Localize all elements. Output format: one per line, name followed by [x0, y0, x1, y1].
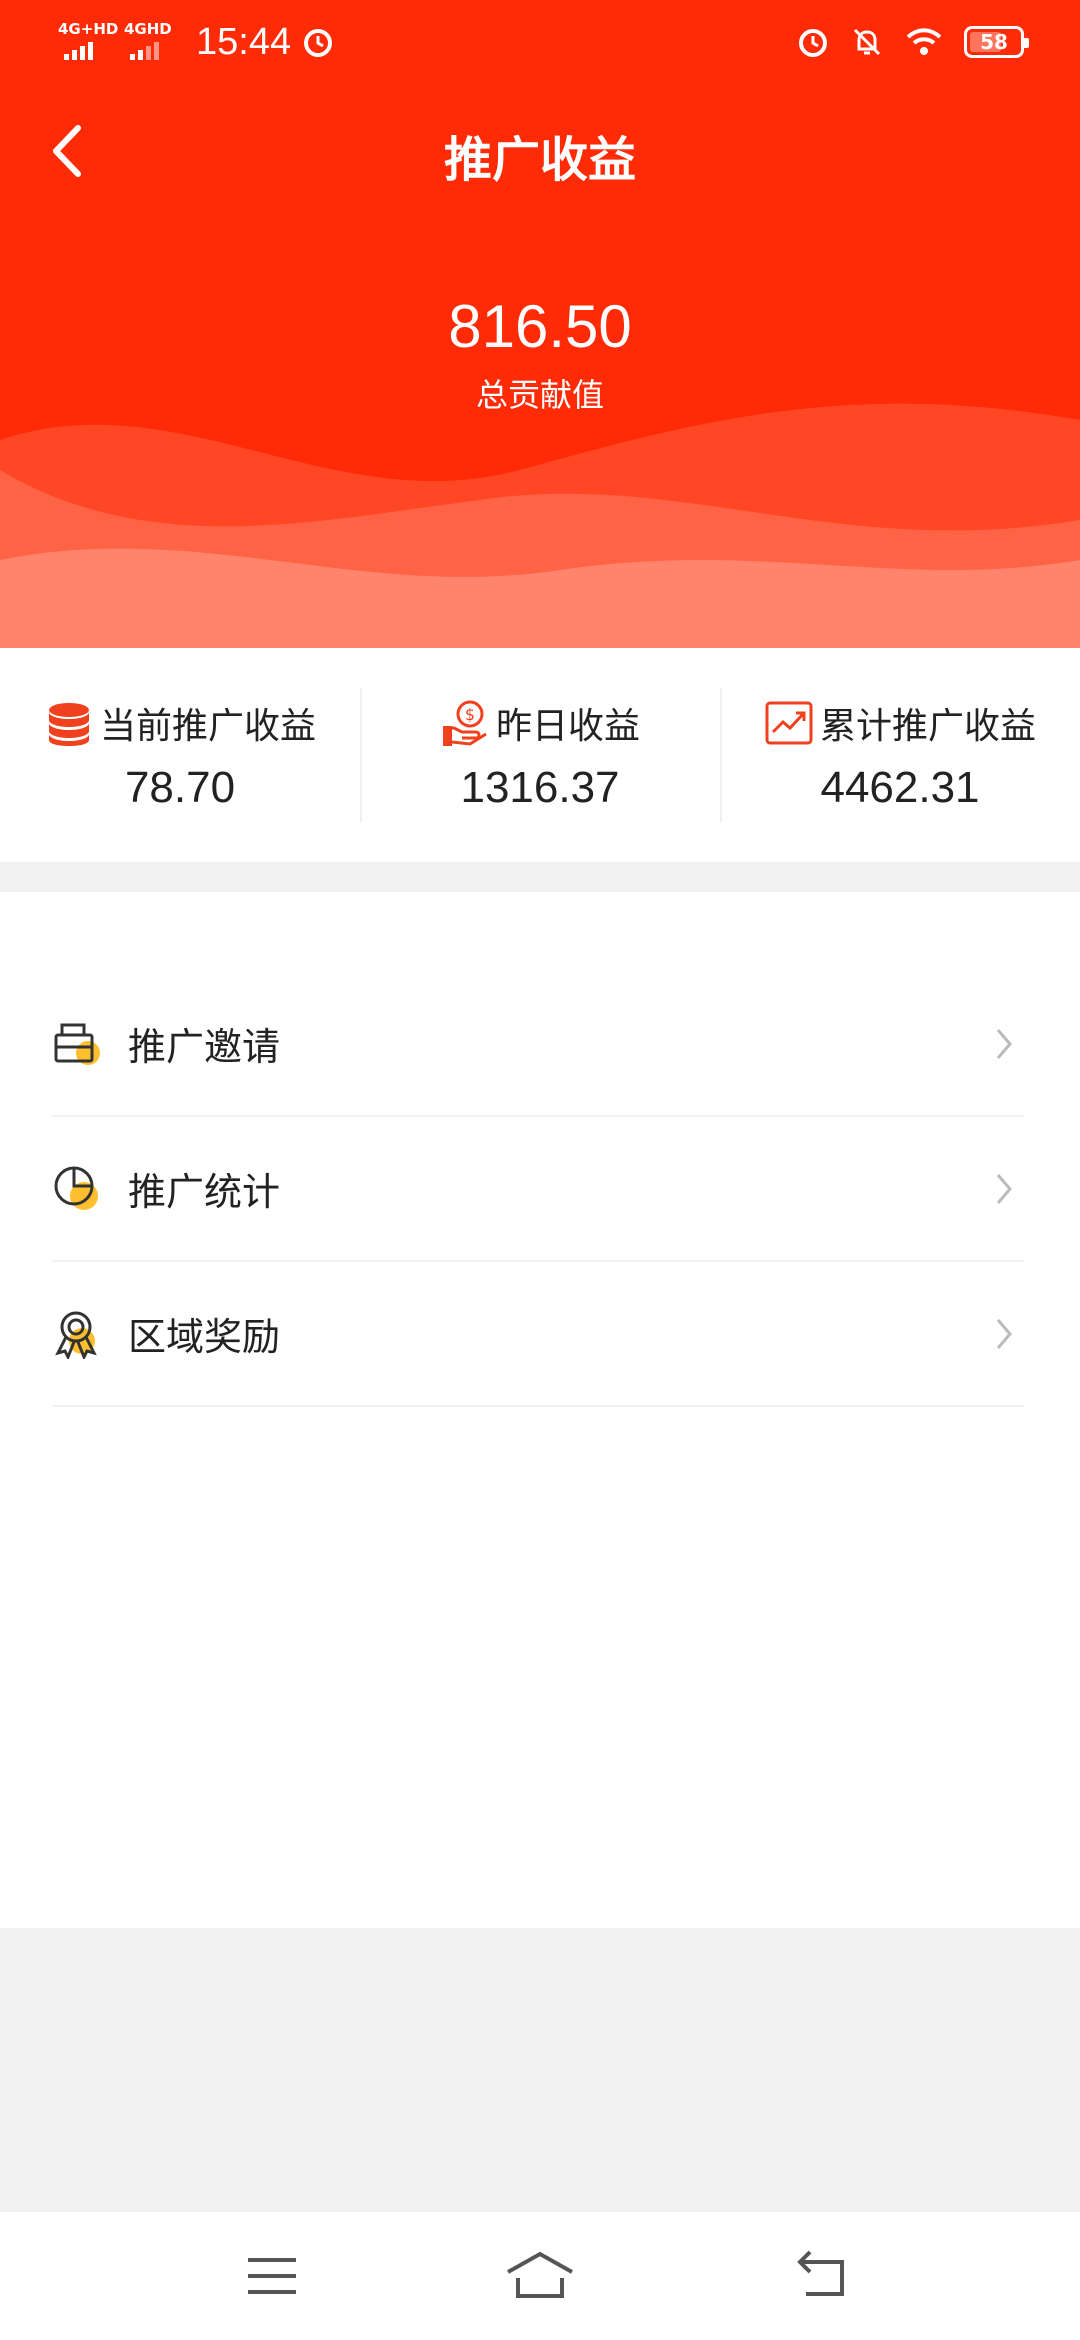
menu-lines-icon[interactable]: [240, 2244, 304, 2308]
chevron-right-icon: [996, 1318, 1012, 1349]
menu-item-statistics[interactable]: 推广统计: [52, 1117, 1024, 1262]
menu-list: 推广邀请 推广统计 区域奖励: [0, 892, 1080, 1928]
hand-coin-icon: $: [442, 700, 487, 746]
coins-stack-icon: [48, 703, 89, 746]
menu-item-regional-reward[interactable]: 区域奖励: [52, 1262, 1024, 1407]
stat-current-earnings[interactable]: 当前推广收益 78.70: [0, 648, 360, 862]
top-nav: 推广收益: [0, 100, 1080, 200]
earnings-summary: 当前推广收益 78.70 $ 昨日收益 1316.37 累计推广收益 4462.: [0, 648, 1080, 862]
status-bar: 4G+HD 4GHD 15:44 58: [0, 0, 1080, 84]
home-icon[interactable]: [500, 2244, 580, 2308]
trend-chart-icon: [765, 701, 813, 745]
wifi-icon: [906, 28, 942, 55]
battery-icon: 58: [964, 26, 1029, 58]
page-title: 推广收益: [443, 132, 636, 188]
menu-item-invite[interactable]: 推广邀请: [52, 972, 1024, 1117]
chevron-right-icon: [996, 1173, 1012, 1204]
pie-chart-icon: [54, 1166, 98, 1210]
bell-muted-icon: [853, 28, 881, 56]
status-time: 15:44: [196, 20, 292, 63]
header-banner: 4G+HD 4GHD 15:44 58 推广收益 816.50 总贡献值: [0, 0, 1080, 648]
back-nav-icon[interactable]: [790, 2244, 854, 2308]
signal-4g-plus-icon: 4G+HD: [58, 20, 118, 64]
medal-icon: [55, 1311, 97, 1359]
stat-yesterday-earnings[interactable]: $ 昨日收益 1316.37: [360, 648, 720, 862]
system-nav-bar: [0, 2212, 1080, 2340]
total-contribution-value: 816.50: [448, 293, 632, 360]
alarm-icon: [799, 29, 827, 57]
chevron-right-icon: [996, 1028, 1012, 1059]
alarm-icon: [304, 29, 333, 57]
total-contribution-label: 总贡献值: [475, 376, 604, 414]
stat-total-earnings[interactable]: 累计推广收益 4462.31: [720, 648, 1080, 862]
signal-4g-icon: 4GHD: [124, 20, 180, 64]
envelope-icon: [54, 1023, 100, 1065]
svg-text:$: $: [465, 705, 475, 724]
